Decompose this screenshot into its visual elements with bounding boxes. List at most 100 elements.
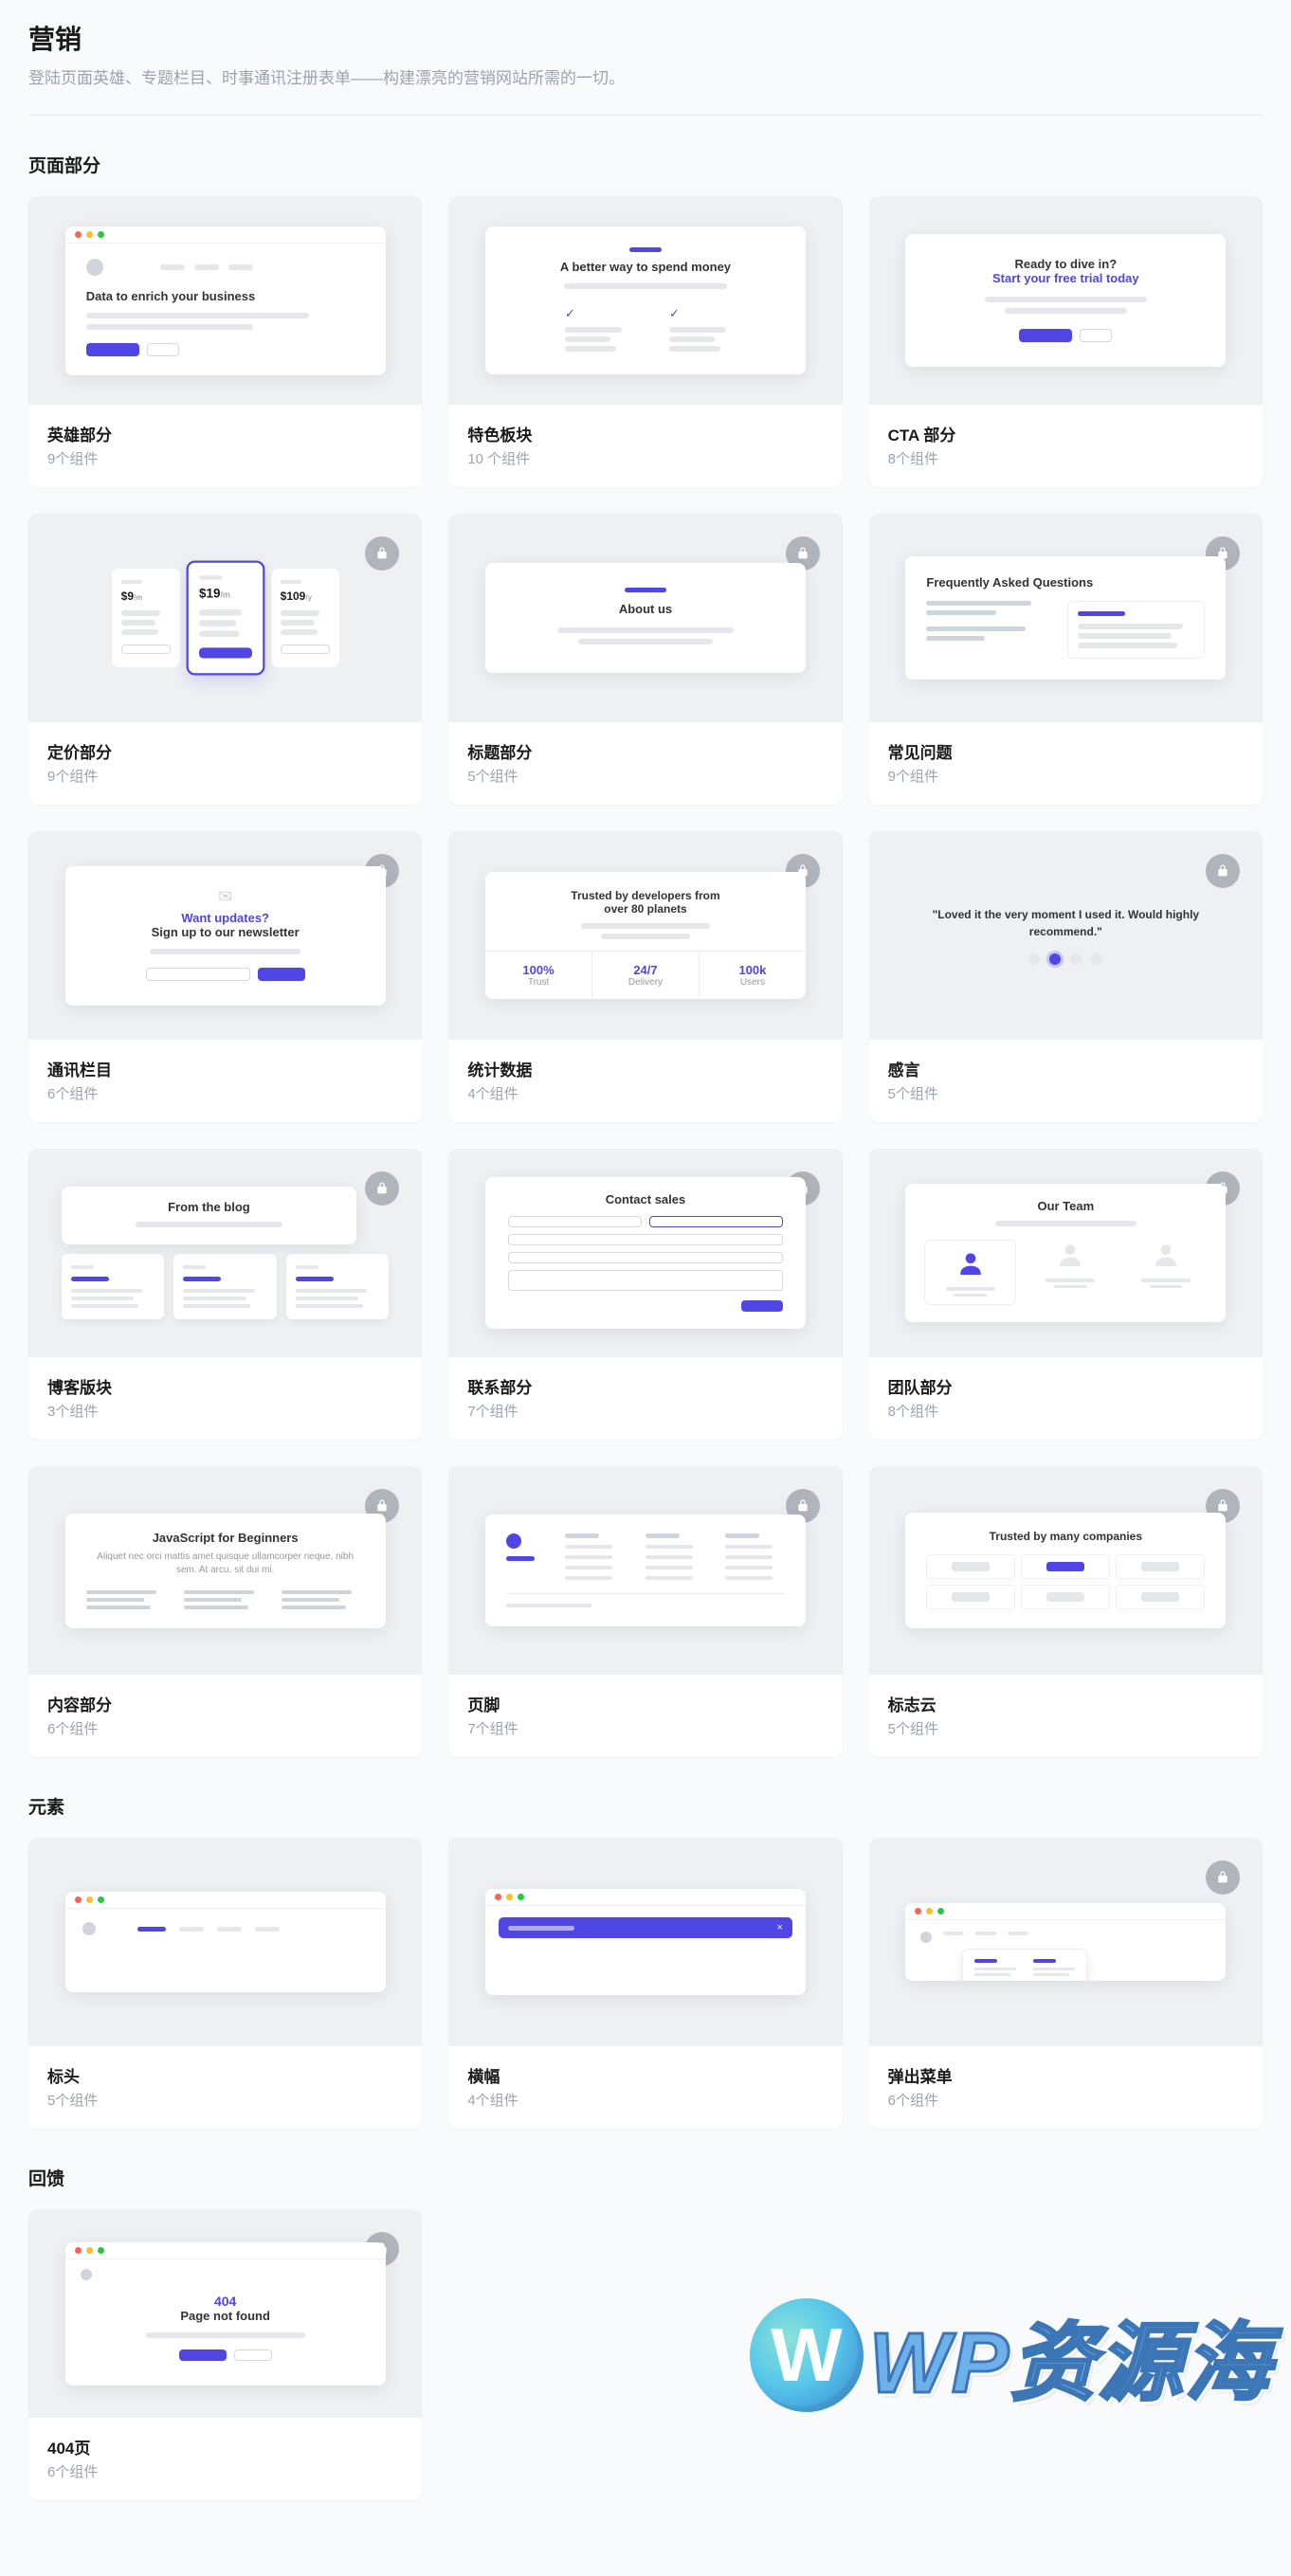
component-card-stats[interactable]: Trusted by developers fromover 80 planet… — [448, 831, 842, 1122]
card-title: 常见问题 — [888, 739, 1244, 763]
component-card-header[interactable]: 标头 5个组件 — [28, 1838, 422, 2129]
component-card-team[interactable]: Our Team 团队部分 8个组件 — [869, 1149, 1263, 1440]
card-subtitle: 5个组件 — [888, 1718, 1244, 1738]
card-title: 标题部分 — [467, 739, 823, 763]
card-preview: 404 Page not found — [28, 2209, 422, 2418]
card-preview: × — [448, 1838, 842, 2046]
card-subtitle: 5个组件 — [888, 1083, 1244, 1103]
preview-content-title: JavaScript for Beginners — [86, 1531, 365, 1545]
component-card-testi[interactable]: "Loved it the very moment I used it. Wou… — [869, 831, 1263, 1122]
card-preview — [869, 1838, 1263, 2046]
component-card-cta[interactable]: Ready to dive in? Start your free trial … — [869, 196, 1263, 487]
card-subtitle: 4个组件 — [467, 1083, 823, 1103]
card-title: 标头 — [47, 2063, 403, 2087]
card-title: 标志云 — [888, 1692, 1244, 1715]
card-subtitle: 7个组件 — [467, 1401, 823, 1421]
card-subtitle: 6个组件 — [47, 1718, 403, 1738]
card-title: 页脚 — [467, 1692, 823, 1715]
card-title: 英雄部分 — [47, 422, 403, 445]
preview-blog-text: From the blog — [62, 1200, 356, 1214]
preview-newsletter-text2: Sign up to our newsletter — [88, 925, 363, 939]
component-card-blog[interactable]: From the blog 博客版块 3个组件 — [28, 1149, 422, 1440]
preview-stats-title: Trusted by developers fromover 80 planet… — [485, 889, 806, 916]
component-card-heading[interactable]: About us 标题部分 5个组件 — [448, 514, 842, 805]
card-preview: "Loved it the very moment I used it. Wou… — [869, 831, 1263, 1040]
card-title: 404页 — [47, 2435, 403, 2458]
component-grid: 404 Page not found 404页 6个组件 — [28, 2209, 1263, 2500]
card-preview: From the blog — [28, 1149, 422, 1357]
component-card-logocloud[interactable]: Trusted by many companies 标志云 5个组件 — [869, 1466, 1263, 1757]
card-subtitle: 6个组件 — [47, 2461, 403, 2481]
preview-feature-text: A better way to spend money — [510, 260, 781, 274]
preview-content-body: Aliquet nec orci mattis amet quisque ull… — [86, 1551, 365, 1577]
card-preview: Ready to dive in? Start your free trial … — [869, 196, 1263, 405]
component-card-content[interactable]: JavaScript for Beginners Aliquet nec orc… — [28, 1466, 422, 1757]
card-subtitle: 5个组件 — [47, 2090, 403, 2110]
card-title: 特色板块 — [467, 422, 823, 445]
card-preview: Contact sales — [448, 1149, 842, 1357]
card-subtitle: 6个组件 — [888, 2090, 1244, 2110]
card-subtitle: 4个组件 — [467, 2090, 823, 2110]
card-preview: ✉ Want updates? Sign up to our newslette… — [28, 831, 422, 1040]
section-title: 回馈 — [28, 2165, 1263, 2190]
component-card-hero[interactable]: Data to enrich your business 英雄部分 9个组件 — [28, 196, 422, 487]
card-title: 弹出菜单 — [888, 2063, 1244, 2087]
component-card-banner[interactable]: × 横幅 4个组件 — [448, 1838, 842, 2129]
card-preview: Data to enrich your business — [28, 196, 422, 405]
component-card-p404[interactable]: 404 Page not found 404页 6个组件 — [28, 2209, 422, 2500]
card-title: 感言 — [888, 1057, 1244, 1080]
card-preview: $9/m $19/m $109/y — [28, 514, 422, 722]
card-preview: Our Team — [869, 1149, 1263, 1357]
preview-404-msg: Page not found — [81, 2309, 371, 2323]
preview-heading-text: About us — [510, 602, 781, 616]
card-title: 统计数据 — [467, 1057, 823, 1080]
lock-icon — [1206, 1860, 1240, 1895]
card-preview: A better way to spend money ✓✓ — [448, 196, 842, 405]
card-subtitle: 5个组件 — [467, 766, 823, 786]
page-title: 营销 — [28, 19, 1263, 57]
lock-icon — [365, 536, 399, 571]
card-title: 定价部分 — [47, 739, 403, 763]
component-card-feature[interactable]: A better way to spend money ✓✓ 特色板块 10 个… — [448, 196, 842, 487]
component-grid: 标头 5个组件 × 横幅 4个组件 弹出菜单 6个组件 — [28, 1838, 1263, 2129]
divider — [28, 115, 1263, 116]
component-card-flyout[interactable]: 弹出菜单 6个组件 — [869, 1838, 1263, 2129]
preview-contact-text: Contact sales — [508, 1192, 783, 1206]
preview-cta-text2: Start your free trial today — [930, 271, 1201, 285]
preview-cta-text1: Ready to dive in? — [930, 257, 1201, 271]
preview-hero-text: Data to enrich your business — [86, 289, 365, 303]
page-description: 登陆页面英雄、专题栏目、时事通讯注册表单——构建漂亮的营销网站所需的一切。 — [28, 64, 1263, 88]
card-preview: Frequently Asked Questions — [869, 514, 1263, 722]
card-title: 内容部分 — [47, 1692, 403, 1715]
component-card-newsletter[interactable]: ✉ Want updates? Sign up to our newslette… — [28, 831, 422, 1122]
section-title: 元素 — [28, 1793, 1263, 1819]
card-subtitle: 3个组件 — [47, 1401, 403, 1421]
card-subtitle: 9个组件 — [47, 766, 403, 786]
component-grid: Data to enrich your business 英雄部分 9个组件 A… — [28, 196, 1263, 1757]
lock-icon — [1206, 854, 1240, 888]
card-subtitle: 9个组件 — [888, 766, 1244, 786]
card-title: 联系部分 — [467, 1374, 823, 1398]
card-preview — [448, 1466, 842, 1675]
card-subtitle: 6个组件 — [47, 1083, 403, 1103]
preview-testimonial-text: "Loved it the very moment I used it. Wou… — [913, 906, 1219, 940]
card-preview: About us — [448, 514, 842, 722]
preview-team-text: Our Team — [924, 1199, 1207, 1213]
preview-newsletter-text1: Want updates? — [88, 911, 363, 925]
card-title: CTA 部分 — [888, 422, 1244, 445]
card-subtitle: 8个组件 — [888, 1401, 1244, 1421]
card-preview: Trusted by developers fromover 80 planet… — [448, 831, 842, 1040]
component-card-pricing[interactable]: $9/m $19/m $109/y 定价部分 9个组件 — [28, 514, 422, 805]
section-title: 页面部分 — [28, 152, 1263, 177]
card-subtitle: 8个组件 — [888, 448, 1244, 468]
preview-faq-text: Frequently Asked Questions — [926, 575, 1205, 590]
card-title: 团队部分 — [888, 1374, 1244, 1398]
lock-icon — [365, 1171, 399, 1206]
card-subtitle: 10 个组件 — [467, 448, 823, 468]
card-subtitle: 9个组件 — [47, 448, 403, 468]
component-card-faq[interactable]: Frequently Asked Questions 常见问题 9个组件 — [869, 514, 1263, 805]
component-card-contact[interactable]: Contact sales 联系部分 7个组件 — [448, 1149, 842, 1440]
card-preview: Trusted by many companies — [869, 1466, 1263, 1675]
component-card-footer[interactable]: 页脚 7个组件 — [448, 1466, 842, 1757]
card-preview — [28, 1838, 422, 2046]
